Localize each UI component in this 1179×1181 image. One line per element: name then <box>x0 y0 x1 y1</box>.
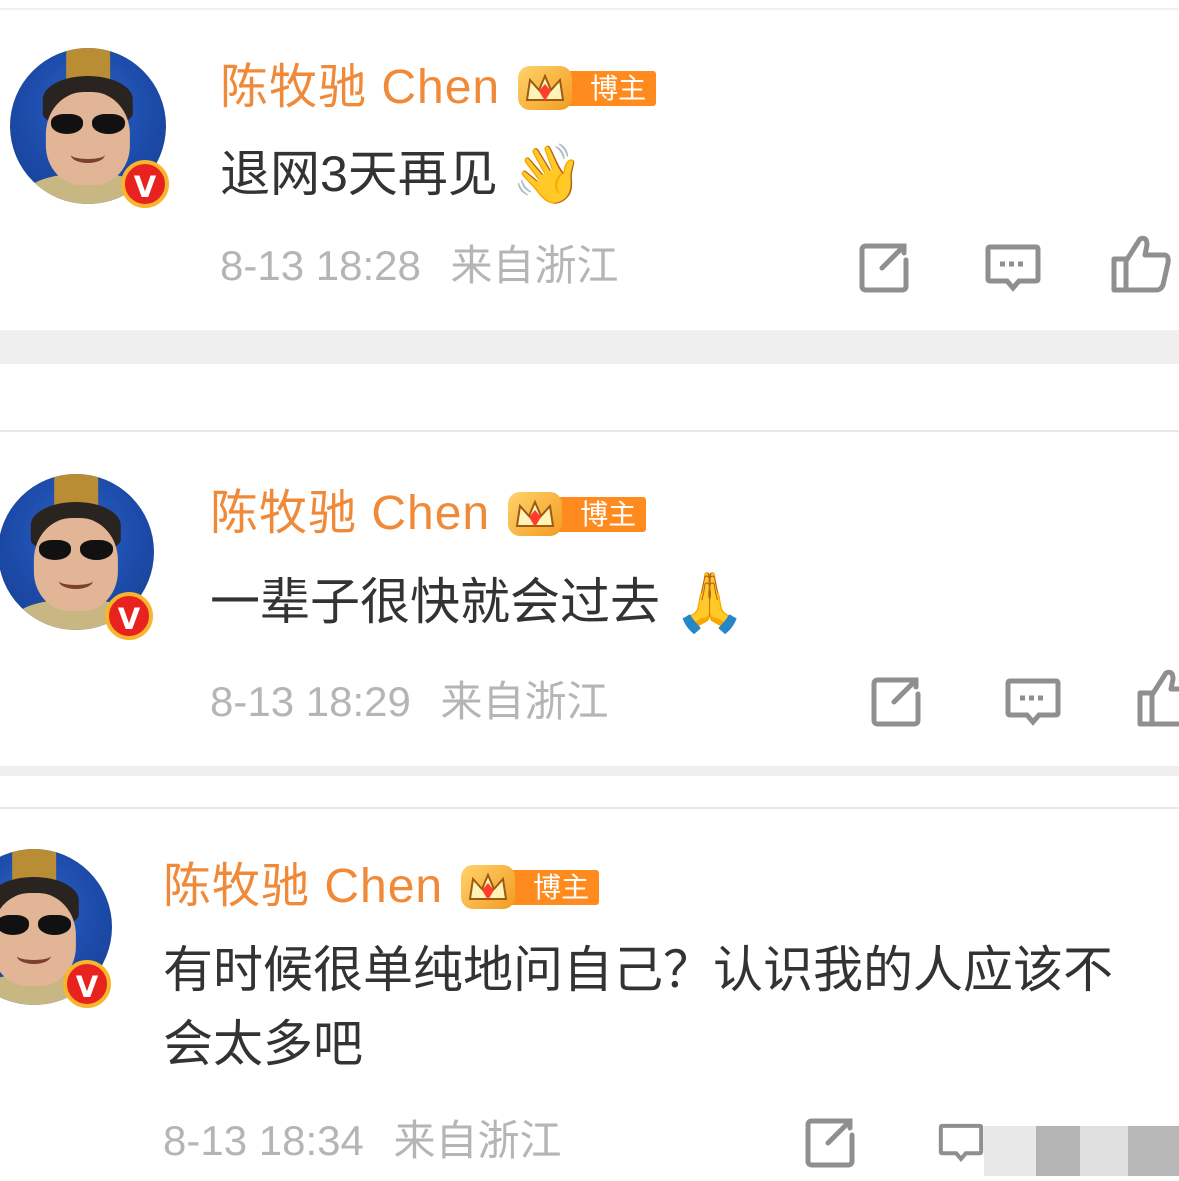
badge-label: 博主 <box>550 497 647 532</box>
share-button[interactable] <box>800 1111 862 1173</box>
blogger-badge[interactable]: 博主 <box>461 865 600 909</box>
weibo-comment-feed: V 陈牧驰 Chen 博主 退网3天再见 👋 8-13 18:28 来自浙江 V… <box>0 0 1179 1181</box>
blurred-region <box>1128 1126 1179 1176</box>
like-button[interactable] <box>1136 666 1179 728</box>
comment-body: 一辈子很快就会过去 <box>210 574 660 630</box>
share-icon <box>859 243 909 293</box>
share-button[interactable] <box>854 236 916 298</box>
blogger-badge[interactable]: 博主 <box>518 66 657 110</box>
post-meta: 8-13 18:29 来自浙江 <box>210 676 609 728</box>
like-button[interactable] <box>1110 232 1172 294</box>
comment-text: 退网3天再见 👋 <box>220 134 584 211</box>
waving-hand-icon: 👋 <box>511 140 584 208</box>
post-meta: 8-13 18:34 来自浙江 <box>163 1115 562 1167</box>
comment-body-line-2: 会太多吧 <box>163 1016 363 1072</box>
comment-icon <box>938 1123 984 1163</box>
feed-separator <box>0 330 1179 364</box>
comment-body: 退网3天再见 <box>220 146 498 202</box>
comment-icon <box>985 244 1041 292</box>
verified-badge: V <box>63 960 111 1008</box>
blurred-region <box>1036 1126 1080 1176</box>
blurred-region <box>984 1126 1036 1176</box>
verified-badge: V <box>105 592 153 640</box>
crown-icon <box>461 865 516 909</box>
username-row: 陈牧驰 Chen 博主 <box>163 859 600 915</box>
post-2: V 陈牧驰 Chen 博主 一辈子很快就会过去 🙏 8-13 18:29 来自浙… <box>0 430 1179 770</box>
thumbs-up-icon <box>1111 235 1171 293</box>
post-location: 来自浙江 <box>393 1117 562 1164</box>
post-location: 来自浙江 <box>440 678 609 725</box>
comment-body-line-1: 有时候很单纯地问自己？认识我的人应该不 <box>163 942 1113 998</box>
username-link[interactable]: 陈牧驰 Chen <box>163 859 443 915</box>
post-meta: 8-13 18:28 来自浙江 <box>220 240 619 292</box>
username-row: 陈牧驰 Chen 博主 <box>210 486 647 542</box>
thumbs-up-icon <box>1137 669 1179 727</box>
share-icon <box>871 677 921 727</box>
badge-label: 博主 <box>503 870 600 905</box>
username-link[interactable]: 陈牧驰 Chen <box>210 486 490 542</box>
post-1: V 陈牧驰 Chen 博主 退网3天再见 👋 8-13 18:28 来自浙江 <box>0 0 1179 330</box>
comment-button[interactable] <box>982 236 1044 298</box>
share-icon <box>805 1118 855 1168</box>
comment-button[interactable] <box>930 1117 992 1167</box>
comment-text: 有时候很单纯地问自己？认识我的人应该不 会太多吧 <box>163 933 1113 1081</box>
post-3: V 陈牧驰 Chen 博主 有时候很单纯地问自己？认识我的人应该不 会太多吧 8… <box>0 807 1179 1181</box>
comment-icon <box>1005 678 1061 726</box>
post-date: 8-13 18:34 <box>163 1117 364 1164</box>
blurred-region <box>1080 1126 1128 1176</box>
post-date: 8-13 18:28 <box>220 242 421 289</box>
feed-separator <box>0 766 1179 776</box>
verified-badge: V <box>121 160 169 208</box>
share-button[interactable] <box>866 670 928 732</box>
post-location: 来自浙江 <box>450 242 619 289</box>
comment-text: 一辈子很快就会过去 🙏 <box>210 562 746 639</box>
folded-hands-icon: 🙏 <box>673 568 747 636</box>
badge-label: 博主 <box>560 71 657 106</box>
crown-icon <box>518 66 573 110</box>
comment-button[interactable] <box>1002 670 1064 732</box>
blogger-badge[interactable]: 博主 <box>508 492 647 536</box>
post-date: 8-13 18:29 <box>210 678 411 725</box>
username-row: 陈牧驰 Chen 博主 <box>220 60 657 116</box>
crown-icon <box>508 492 563 536</box>
username-link[interactable]: 陈牧驰 Chen <box>220 60 500 116</box>
